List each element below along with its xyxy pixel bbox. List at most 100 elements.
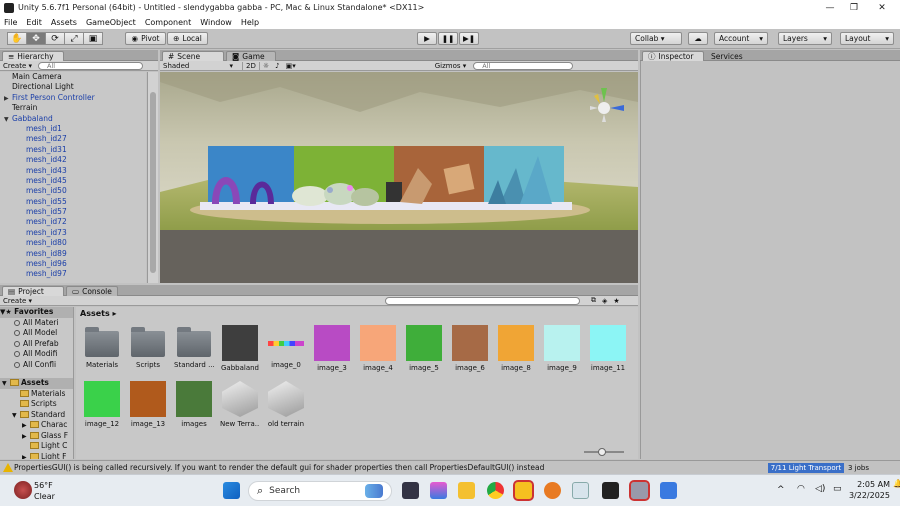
close-button[interactable]: ✕ xyxy=(868,0,896,15)
hierarchy-search-input[interactable]: All xyxy=(38,61,144,70)
project-tree-item[interactable]: ▶ Glass F xyxy=(0,431,73,442)
app-icon[interactable] xyxy=(572,482,589,499)
hierarchy-item[interactable]: mesh_id73 xyxy=(0,228,146,238)
scene-search-input[interactable]: All xyxy=(473,61,574,70)
weather-temp[interactable]: 56°F xyxy=(34,481,53,490)
move-tool-icon[interactable]: ✥ xyxy=(26,32,46,45)
hierarchy-item[interactable]: ▼ Gabbaland xyxy=(0,114,146,124)
maximize-button[interactable]: ❐ xyxy=(840,0,868,15)
caret-right-icon[interactable]: ▶ xyxy=(22,421,30,431)
favorite-star-icon[interactable]: ★ xyxy=(610,297,622,305)
tab-hierarchy[interactable]: ≡ Hierarchy xyxy=(2,51,64,61)
scrollbar-thumb[interactable] xyxy=(150,92,156,273)
hierarchy-item[interactable]: mesh_id80 xyxy=(0,238,146,248)
clock-time[interactable]: 2:05 AM xyxy=(850,480,890,489)
layers-dropdown[interactable]: Layers ▾ xyxy=(778,32,832,45)
hierarchy-item[interactable]: Terrain xyxy=(0,103,146,113)
asset-item[interactable]: image_0 xyxy=(266,325,306,369)
asset-item[interactable]: images xyxy=(174,381,214,428)
hierarchy-create-dropdown[interactable]: Create ▾ xyxy=(0,62,35,70)
hierarchy-item[interactable]: mesh_id50 xyxy=(0,186,146,196)
asset-item[interactable]: Gabbaland xyxy=(220,325,260,372)
hierarchy-item[interactable]: mesh_id96 xyxy=(0,259,146,269)
chrome-icon[interactable] xyxy=(487,482,504,499)
project-tree-item[interactable]: Materials xyxy=(0,389,73,400)
status-message[interactable]: PropertiesGUI() is being called recursiv… xyxy=(14,463,544,472)
project-tree-item[interactable]: Light C xyxy=(0,441,73,452)
filter-type-icon[interactable]: ⧉ xyxy=(588,296,599,305)
favorites-header[interactable]: ▼★ Favorites xyxy=(0,307,73,318)
hierarchy-item[interactable]: mesh_id31 xyxy=(0,145,146,155)
tab-scene[interactable]: # Scene xyxy=(162,51,224,61)
hand-tool-icon[interactable]: ✋ xyxy=(7,32,27,45)
asset-item[interactable]: New Terra... xyxy=(220,381,260,428)
unity-app-icon[interactable] xyxy=(660,482,677,499)
caret-down-icon[interactable]: ▼ xyxy=(12,411,20,421)
project-tree-item[interactable]: ▼ Assets xyxy=(0,378,73,389)
asset-item[interactable]: image_12 xyxy=(82,381,122,428)
menu-window[interactable]: Window xyxy=(200,18,232,27)
hierarchy-item[interactable]: mesh_id42 xyxy=(0,155,146,165)
menu-file[interactable]: File xyxy=(4,18,17,27)
unity-hub-icon[interactable] xyxy=(602,482,619,499)
caret-right-icon[interactable]: ▶ xyxy=(22,453,30,460)
zoom-slider[interactable] xyxy=(584,448,624,456)
step-button[interactable]: ▶❚ xyxy=(459,32,479,45)
project-tree-item[interactable]: ▼ Standard xyxy=(0,410,73,421)
hierarchy-item[interactable]: mesh_id27 xyxy=(0,134,146,144)
hierarchy-item[interactable]: mesh_id97 xyxy=(0,269,146,279)
asset-item[interactable]: image_3 xyxy=(312,325,352,372)
caret-down-icon[interactable]: ▼ xyxy=(2,379,10,389)
filter-label-icon[interactable]: ◈ xyxy=(599,297,610,305)
asset-item[interactable]: old terrain xyxy=(266,381,306,428)
asset-item[interactable]: Materials xyxy=(82,325,122,369)
tab-project[interactable]: ▤ Project xyxy=(2,286,64,296)
asset-item[interactable]: image_4 xyxy=(358,325,398,372)
tab-inspector[interactable]: ⓘ Inspector xyxy=(642,51,704,61)
paint-app-icon[interactable] xyxy=(430,482,447,499)
local-toggle[interactable]: ⊕ Local xyxy=(167,32,208,45)
scale-tool-icon[interactable]: ⤢ xyxy=(64,32,84,45)
hierarchy-item[interactable]: Directional Light xyxy=(0,82,146,92)
asset-item[interactable]: image_8 xyxy=(496,325,536,372)
hierarchy-item[interactable]: Main Camera xyxy=(0,72,146,82)
hierarchy-item[interactable]: mesh_id57 xyxy=(0,207,146,217)
chevron-up-icon[interactable]: ^ xyxy=(777,485,785,495)
effects-dropdown-icon[interactable]: ▣▾ xyxy=(283,62,299,70)
hierarchy-scrollbar[interactable] xyxy=(147,72,158,283)
cloud-button[interactable]: ☁ xyxy=(688,32,708,45)
windows-start-icon[interactable] xyxy=(223,482,240,499)
clock-date[interactable]: 3/22/2025 xyxy=(843,491,890,500)
pause-button[interactable]: ❚❚ xyxy=(438,32,458,45)
rect-tool-icon[interactable]: ▣ xyxy=(83,32,103,45)
project-tree-item[interactable]: ▶ Charac xyxy=(0,420,73,431)
caret-down-icon[interactable]: ▼ xyxy=(4,115,12,125)
unity-editor-icon[interactable] xyxy=(629,480,650,501)
volume-icon[interactable]: ◁) xyxy=(815,484,825,494)
hierarchy-item[interactable]: mesh_id45 xyxy=(0,176,146,186)
weather-desc[interactable]: Clear xyxy=(34,492,55,501)
audio-toggle-icon[interactable]: ♪ xyxy=(272,62,282,70)
project-create-dropdown[interactable]: Create ▾ xyxy=(0,297,35,305)
asset-item[interactable]: Scripts xyxy=(128,325,168,369)
menu-help[interactable]: Help xyxy=(241,18,259,27)
asset-item[interactable]: image_11 xyxy=(588,325,628,372)
task-view-icon[interactable] xyxy=(402,482,419,499)
gizmos-dropdown[interactable]: Gizmos ▾ xyxy=(432,62,470,70)
favorites-item[interactable]: All Prefab xyxy=(0,339,73,350)
shaded-dropdown[interactable]: Shaded ▾ xyxy=(160,62,236,70)
asset-item[interactable]: Standard ... xyxy=(174,325,214,369)
project-tree-item[interactable]: ▶ Light F xyxy=(0,452,73,460)
breadcrumb[interactable]: Assets ▸ xyxy=(80,309,117,318)
asset-item[interactable]: image_9 xyxy=(542,325,582,372)
project-tree-item[interactable]: Scripts xyxy=(0,399,73,410)
favorites-item[interactable]: All Model xyxy=(0,328,73,339)
favorites-item[interactable]: All Modifi xyxy=(0,349,73,360)
tab-services[interactable]: Services xyxy=(706,51,756,61)
favorites-item[interactable]: All Materi xyxy=(0,318,73,329)
2d-toggle[interactable]: 2D xyxy=(242,61,260,70)
collab-dropdown[interactable]: Collab ▾ xyxy=(630,32,682,45)
hierarchy-item[interactable]: mesh_id1 xyxy=(0,124,146,134)
pivot-toggle[interactable]: ◉ Pivot xyxy=(125,32,166,45)
asset-item[interactable]: image_5 xyxy=(404,325,444,372)
